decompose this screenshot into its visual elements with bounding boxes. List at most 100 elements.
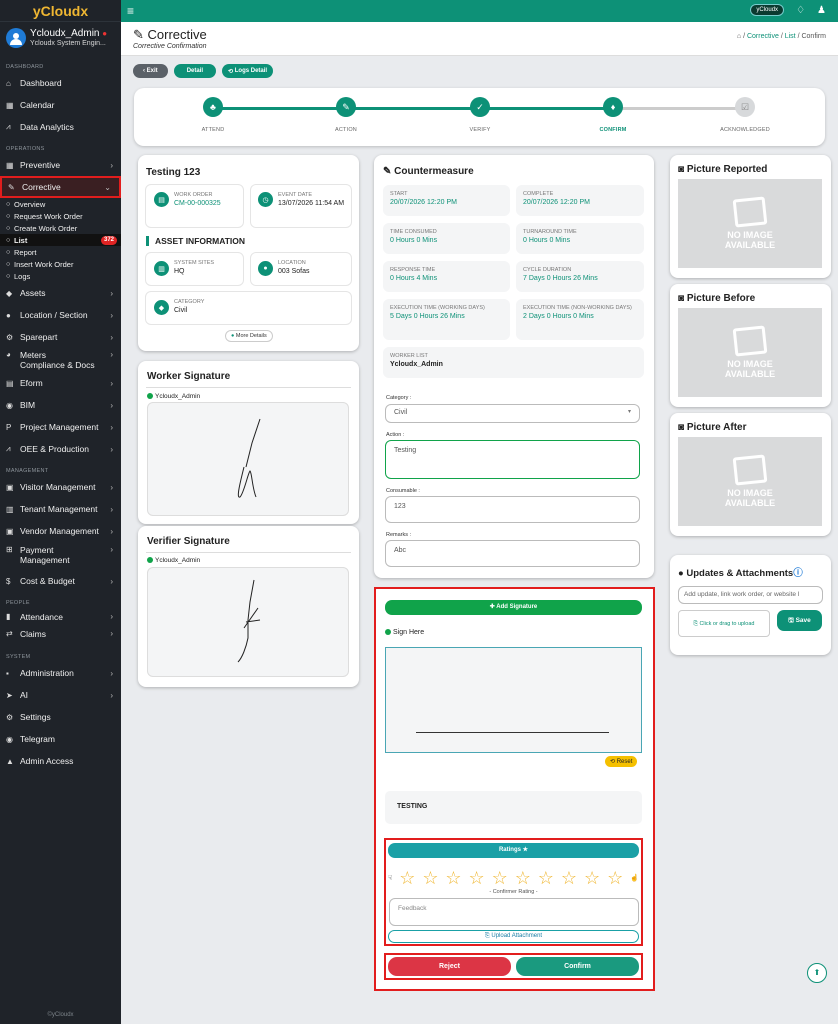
star-icon-4[interactable]: ☆	[469, 869, 485, 887]
user-name: Ycloudx_Admin	[30, 28, 100, 39]
consumable-textarea[interactable]: 123	[385, 496, 640, 523]
sidebar-sub-insert[interactable]: ○ Insert Work Order	[0, 258, 121, 270]
sidebar-item-analytics[interactable]: ⩘ Data Analytics	[0, 116, 121, 138]
sidebar-item-administration[interactable]: ▪ Administration ›	[0, 662, 121, 684]
start-box: START 20/07/2026 12:20 PM	[383, 185, 510, 216]
logs-detail-button[interactable]: ⟲ Logs Detail	[222, 64, 274, 78]
star-icon-8[interactable]: ☆	[561, 869, 577, 887]
sidebar-item-eform[interactable]: ▤ Eform ›	[0, 372, 121, 394]
sidebar-item-bim[interactable]: ◉ BIM ›	[0, 394, 121, 416]
star-icon-9[interactable]: ☆	[584, 869, 600, 887]
detail-button[interactable]: Detail	[173, 64, 217, 78]
star-icon-2[interactable]: ☆	[422, 869, 438, 887]
bell-icon[interactable]: ♢	[796, 5, 805, 16]
star-icon-7[interactable]: ☆	[538, 869, 554, 887]
breadcrumb: ⌂ / Corrective / List / Confirm	[736, 33, 826, 40]
sidebar-item-assets[interactable]: ◆ Assets ›	[0, 282, 121, 304]
chevron-right-icon: ›	[110, 612, 113, 621]
sidebar-item-telegram[interactable]: ◉ Telegram	[0, 728, 121, 750]
chevron-right-icon: ›	[110, 310, 113, 320]
star-icon-3[interactable]: ☆	[445, 869, 461, 887]
sidebar-item-payment[interactable]: ⊞ Payment Management ›	[0, 542, 121, 570]
wrench-icon: ✎	[133, 27, 144, 42]
sidebar-item-location[interactable]: ● Location / Section ›	[0, 304, 121, 326]
sidebar-item-dashboard[interactable]: ⌂ Dashboard	[0, 72, 121, 94]
star-icon-1[interactable]: ☆	[399, 869, 415, 887]
status-dot	[147, 393, 153, 400]
feedback-textarea[interactable]: Feedback	[389, 898, 639, 926]
upload-dropzone[interactable]: ⎘ Click or drag to upload	[678, 610, 770, 637]
sidebar-sub-list[interactable]: ○ List 372	[0, 234, 121, 246]
sidebar-sub-logs[interactable]: ○ Logs	[0, 270, 121, 282]
sidebar-item-settings[interactable]: ⚙ Settings	[0, 706, 121, 728]
section-people: PEOPLE	[6, 600, 30, 606]
home-icon[interactable]: ⌂	[737, 33, 741, 40]
camera-icon: ◙	[678, 293, 685, 304]
exchange-icon: ⇄	[6, 629, 13, 638]
chevron-right-icon: ›	[110, 629, 113, 638]
sidebar-sub-create[interactable]: ○ Create Work Order	[0, 222, 121, 234]
cart-icon: ⊞	[6, 545, 13, 554]
image-icon	[732, 324, 768, 357]
confirm-button[interactable]: Confirm	[516, 957, 639, 976]
save-button[interactable]: 🖫 Save	[777, 610, 822, 631]
id-card-icon: ▣	[6, 482, 14, 492]
star-icon-5[interactable]: ☆	[492, 869, 508, 887]
sidebar-item-sparepart[interactable]: ⚙ Sparepart ›	[0, 326, 121, 348]
picture-after-card: ◙ Picture After NO IMAGE AVAILABLE	[670, 413, 831, 536]
breadcrumb-corrective[interactable]: Corrective	[747, 33, 779, 40]
more-details-button[interactable]: ● More Details	[225, 330, 273, 342]
sidebar-sub-request[interactable]: ○ Request Work Order	[0, 210, 121, 222]
sidebar-item-oee[interactable]: ⩘ OEE & Production ›	[0, 438, 121, 460]
user-icon[interactable]: ♟	[817, 5, 826, 16]
scroll-top-button[interactable]: ⬆	[807, 963, 827, 983]
chart-icon: ⩘	[6, 122, 11, 131]
sidebar-item-tenant[interactable]: ▥ Tenant Management ›	[0, 498, 121, 520]
work-order-card: Testing 123 ▤ WORK ORDER CM-00-000325 ◷ E…	[138, 155, 359, 351]
step-attend: ♣ ATTEND	[173, 97, 253, 133]
circle-icon: ○	[6, 224, 11, 232]
sidebar-item-ai[interactable]: ➤ AI ›	[0, 684, 121, 706]
step-confirm: ♦ CONFIRM	[573, 97, 653, 133]
category-select[interactable]: Civil ▾	[385, 404, 640, 423]
remarks-textarea[interactable]: Abc	[385, 540, 640, 567]
reject-button[interactable]: Reject	[388, 957, 511, 976]
star-icon-10[interactable]: ☆	[607, 869, 623, 887]
chevron-right-icon: ›	[110, 444, 113, 454]
sidebar-sub-report[interactable]: ○ Report	[0, 246, 121, 258]
sidebar-sub-overview[interactable]: ○ Overview	[0, 198, 121, 210]
wrench-icon: ✎	[336, 97, 356, 117]
info-icon: ⓘ	[793, 568, 803, 579]
upload-attachment-button[interactable]: ⎘ Upload Attachment	[388, 930, 639, 943]
sidebar-item-meters[interactable]: ◕ Meters Compliance & Docs ›	[0, 348, 121, 372]
progress-line-done	[213, 107, 613, 110]
sidebar-item-vendor[interactable]: ▣ Vendor Management ›	[0, 520, 121, 542]
user-panel[interactable]: Ycloudx_Admin ● Ycloudx System Engin...	[0, 22, 121, 58]
sidebar-item-project[interactable]: P Project Management ›	[0, 416, 121, 438]
sidebar-item-admin-access[interactable]: ▲ Admin Access	[0, 750, 121, 772]
signature-pad[interactable]	[385, 647, 642, 753]
sidebar-item-visitor[interactable]: ▣ Visitor Management ›	[0, 476, 121, 498]
category-label: Category :	[386, 395, 412, 401]
sidebar-item-calendar[interactable]: ▦ Calendar	[0, 94, 121, 116]
updates-card: ● Updates & Attachmentsⓘ Add update, lin…	[670, 555, 831, 655]
exit-button[interactable]: ‹ Exit	[133, 64, 168, 78]
step-acknowledged: ☑ ACKNOWLEDGED	[705, 97, 785, 133]
add-signature-button[interactable]: ✚ Add Signature	[385, 600, 642, 615]
sidebar-item-preventive[interactable]: ▦ Preventive ›	[0, 154, 121, 176]
sidebar-item-claims[interactable]: ⇄ Claims ›	[0, 625, 121, 642]
action-textarea[interactable]: Testing	[385, 440, 640, 479]
work-order-number[interactable]: CM-00-000325	[174, 200, 221, 207]
brand-logo[interactable]: yCloudx	[0, 0, 121, 22]
reset-button[interactable]: ⟲ Reset	[605, 756, 638, 767]
hamburger-icon[interactable]: ≡	[127, 4, 134, 18]
update-input[interactable]: Add update, link work order, or website …	[678, 586, 823, 604]
ratings-header: Ratings ★	[388, 843, 639, 858]
star-icon-6[interactable]: ☆	[515, 869, 531, 887]
confirmer-name: TESTING	[385, 791, 642, 824]
company-switcher[interactable]: yCloudx	[750, 4, 785, 16]
sidebar-item-cost[interactable]: $ Cost & Budget ›	[0, 570, 121, 592]
breadcrumb-list[interactable]: List	[785, 33, 796, 40]
sidebar-item-attendance[interactable]: ▮ Attendance ›	[0, 608, 121, 625]
sidebar-item-corrective[interactable]: ✎ Corrective ⌄	[0, 176, 121, 198]
